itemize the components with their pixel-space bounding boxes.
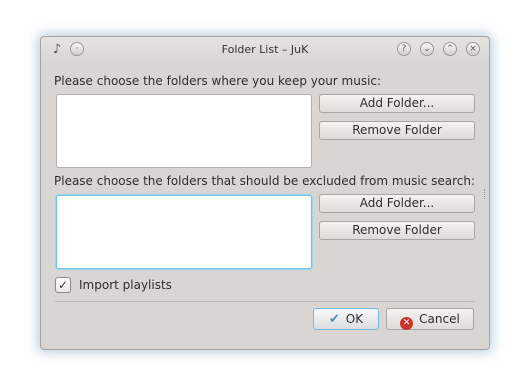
excluded-folders-list[interactable] <box>56 195 312 269</box>
divider <box>55 301 475 302</box>
cancel-label: Cancel <box>419 312 460 326</box>
close-icon[interactable]: × <box>466 42 480 56</box>
import-playlists-checkbox[interactable]: ✓ <box>55 277 71 293</box>
resize-grip[interactable] <box>484 189 487 199</box>
excluded-folders-label: Please choose the folders that should be… <box>54 174 476 188</box>
title-bar[interactable]: ♪ · Folder List – JuK ? ⌄ ⌃ × <box>41 37 489 63</box>
ok-label: OK <box>345 312 364 326</box>
minimize-icon[interactable]: ⌄ <box>420 42 434 56</box>
dialog-window: ♪ · Folder List – JuK ? ⌄ ⌃ × Please cho… <box>40 36 490 350</box>
cancel-button[interactable]: ✕ Cancel <box>386 308 474 330</box>
music-folders-label: Please choose the folders where you keep… <box>54 74 382 88</box>
checkmark-icon: ✔ <box>328 312 340 327</box>
add-excluded-folder-button[interactable]: Add Folder... <box>319 194 475 213</box>
ok-button[interactable]: ✔ OK <box>313 308 379 330</box>
import-playlists-label[interactable]: Import playlists <box>79 278 172 292</box>
add-music-folder-button[interactable]: Add Folder... <box>319 94 475 113</box>
cancel-icon: ✕ <box>400 317 414 330</box>
help-icon[interactable]: ? <box>397 42 411 56</box>
remove-excluded-folder-button[interactable]: Remove Folder <box>319 221 475 240</box>
music-folders-list[interactable] <box>56 94 312 168</box>
maximize-icon[interactable]: ⌃ <box>443 42 457 56</box>
remove-music-folder-button[interactable]: Remove Folder <box>319 121 475 140</box>
